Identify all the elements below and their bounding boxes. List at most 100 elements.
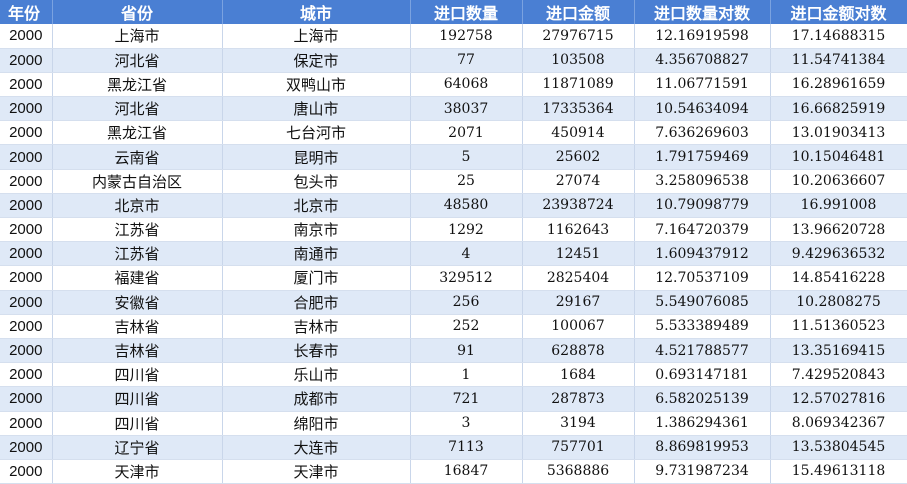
cell-import-quantity[interactable]: 1 (410, 362, 523, 388)
cell-year[interactable]: 2000 (0, 169, 53, 194)
header-province[interactable]: 省份 (52, 0, 223, 24)
cell-year[interactable]: 2000 (0, 241, 53, 267)
cell-log-import-quantity[interactable]: 12.16919598 (634, 24, 771, 49)
cell-import-amount[interactable]: 5368886 (522, 459, 635, 484)
cell-year[interactable]: 2000 (0, 193, 53, 219)
cell-import-amount[interactable]: 23938724 (522, 193, 635, 219)
cell-import-quantity[interactable]: 2071 (410, 120, 523, 146)
cell-import-amount[interactable]: 17335364 (522, 96, 635, 122)
cell-log-import-quantity[interactable]: 1.609437912 (634, 241, 771, 267)
cell-log-import-quantity[interactable]: 9.731987234 (634, 459, 771, 484)
cell-province[interactable]: 吉林省 (52, 338, 223, 364)
cell-year[interactable]: 2000 (0, 459, 53, 484)
header-log-import-amount[interactable]: 进口金额对数 (770, 0, 907, 24)
cell-log-import-amount[interactable]: 13.01903413 (770, 120, 907, 146)
cell-log-import-amount[interactable]: 7.429520843 (770, 362, 907, 388)
cell-city[interactable]: 成都市 (222, 386, 411, 412)
header-city[interactable]: 城市 (222, 0, 411, 24)
cell-province[interactable]: 黑龙江省 (52, 72, 223, 98)
header-log-import-quantity[interactable]: 进口数量对数 (634, 0, 771, 24)
cell-log-import-quantity[interactable]: 7.164720379 (634, 217, 771, 243)
cell-import-quantity[interactable]: 48580 (410, 193, 523, 219)
cell-log-import-amount[interactable]: 13.96620728 (770, 217, 907, 243)
cell-import-amount[interactable]: 757701 (522, 435, 635, 460)
cell-city[interactable]: 南京市 (222, 217, 411, 243)
cell-log-import-quantity[interactable]: 4.521788577 (634, 338, 771, 364)
cell-year[interactable]: 2000 (0, 362, 53, 388)
cell-log-import-quantity[interactable]: 5.549076085 (634, 290, 771, 315)
cell-import-amount[interactable]: 100067 (522, 314, 635, 339)
cell-log-import-quantity[interactable]: 6.582025139 (634, 386, 771, 412)
cell-city[interactable]: 厦门市 (222, 265, 411, 291)
cell-year[interactable]: 2000 (0, 411, 53, 436)
header-year[interactable]: 年份 (0, 0, 53, 24)
cell-year[interactable]: 2000 (0, 24, 53, 49)
cell-log-import-quantity[interactable]: 11.06771591 (634, 72, 771, 98)
cell-import-amount[interactable]: 103508 (522, 48, 635, 73)
cell-city[interactable]: 绵阳市 (222, 411, 411, 436)
cell-import-amount[interactable]: 1684 (522, 362, 635, 388)
cell-log-import-amount[interactable]: 11.51360523 (770, 314, 907, 339)
cell-log-import-amount[interactable]: 10.2808275 (770, 290, 907, 315)
cell-year[interactable]: 2000 (0, 120, 53, 146)
cell-import-amount[interactable]: 25602 (522, 144, 635, 170)
cell-import-amount[interactable]: 1162643 (522, 217, 635, 243)
cell-log-import-quantity[interactable]: 1.791759469 (634, 144, 771, 170)
cell-city[interactable]: 唐山市 (222, 96, 411, 122)
cell-log-import-amount[interactable]: 11.54741384 (770, 48, 907, 73)
cell-province[interactable]: 安徽省 (52, 290, 223, 315)
cell-province[interactable]: 河北省 (52, 48, 223, 73)
cell-city[interactable]: 昆明市 (222, 144, 411, 170)
cell-import-amount[interactable]: 3194 (522, 411, 635, 436)
cell-import-amount[interactable]: 2825404 (522, 265, 635, 291)
cell-city[interactable]: 乐山市 (222, 362, 411, 388)
cell-city[interactable]: 天津市 (222, 459, 411, 484)
cell-import-amount[interactable]: 287873 (522, 386, 635, 412)
cell-city[interactable]: 北京市 (222, 193, 411, 219)
cell-year[interactable]: 2000 (0, 290, 53, 315)
cell-log-import-amount[interactable]: 16.28961659 (770, 72, 907, 98)
cell-import-quantity[interactable]: 3 (410, 411, 523, 436)
cell-city[interactable]: 七台河市 (222, 120, 411, 146)
header-import-quantity[interactable]: 进口数量 (410, 0, 523, 24)
cell-log-import-quantity[interactable]: 3.258096538 (634, 169, 771, 194)
cell-import-quantity[interactable]: 25 (410, 169, 523, 194)
cell-year[interactable]: 2000 (0, 144, 53, 170)
cell-year[interactable]: 2000 (0, 217, 53, 243)
cell-province[interactable]: 辽宁省 (52, 435, 223, 460)
cell-log-import-quantity[interactable]: 4.356708827 (634, 48, 771, 73)
cell-province[interactable]: 河北省 (52, 96, 223, 122)
cell-province[interactable]: 四川省 (52, 386, 223, 412)
cell-import-quantity[interactable]: 5 (410, 144, 523, 170)
cell-import-quantity[interactable]: 64068 (410, 72, 523, 98)
cell-year[interactable]: 2000 (0, 435, 53, 460)
cell-log-import-quantity[interactable]: 5.533389489 (634, 314, 771, 339)
cell-import-amount[interactable]: 628878 (522, 338, 635, 364)
header-import-amount[interactable]: 进口金额 (522, 0, 635, 24)
cell-import-quantity[interactable]: 192758 (410, 24, 523, 49)
cell-log-import-amount[interactable]: 10.15046481 (770, 144, 907, 170)
cell-year[interactable]: 2000 (0, 48, 53, 73)
cell-import-quantity[interactable]: 329512 (410, 265, 523, 291)
cell-log-import-quantity[interactable]: 12.70537109 (634, 265, 771, 291)
cell-province[interactable]: 北京市 (52, 193, 223, 219)
cell-year[interactable]: 2000 (0, 386, 53, 412)
cell-year[interactable]: 2000 (0, 314, 53, 339)
cell-province[interactable]: 江苏省 (52, 217, 223, 243)
cell-import-quantity[interactable]: 91 (410, 338, 523, 364)
cell-import-quantity[interactable]: 16847 (410, 459, 523, 484)
cell-log-import-amount[interactable]: 14.85416228 (770, 265, 907, 291)
cell-log-import-amount[interactable]: 9.429636532 (770, 241, 907, 267)
cell-city[interactable]: 大连市 (222, 435, 411, 460)
cell-province[interactable]: 四川省 (52, 411, 223, 436)
cell-city[interactable]: 合肥市 (222, 290, 411, 315)
cell-province[interactable]: 吉林省 (52, 314, 223, 339)
cell-log-import-amount[interactable]: 13.53804545 (770, 435, 907, 460)
cell-import-amount[interactable]: 27976715 (522, 24, 635, 49)
cell-city[interactable]: 上海市 (222, 24, 411, 49)
cell-log-import-amount[interactable]: 12.57027816 (770, 386, 907, 412)
cell-log-import-amount[interactable]: 13.35169415 (770, 338, 907, 364)
cell-city[interactable]: 包头市 (222, 169, 411, 194)
cell-city[interactable]: 双鸭山市 (222, 72, 411, 98)
cell-log-import-quantity[interactable]: 10.79098779 (634, 193, 771, 219)
